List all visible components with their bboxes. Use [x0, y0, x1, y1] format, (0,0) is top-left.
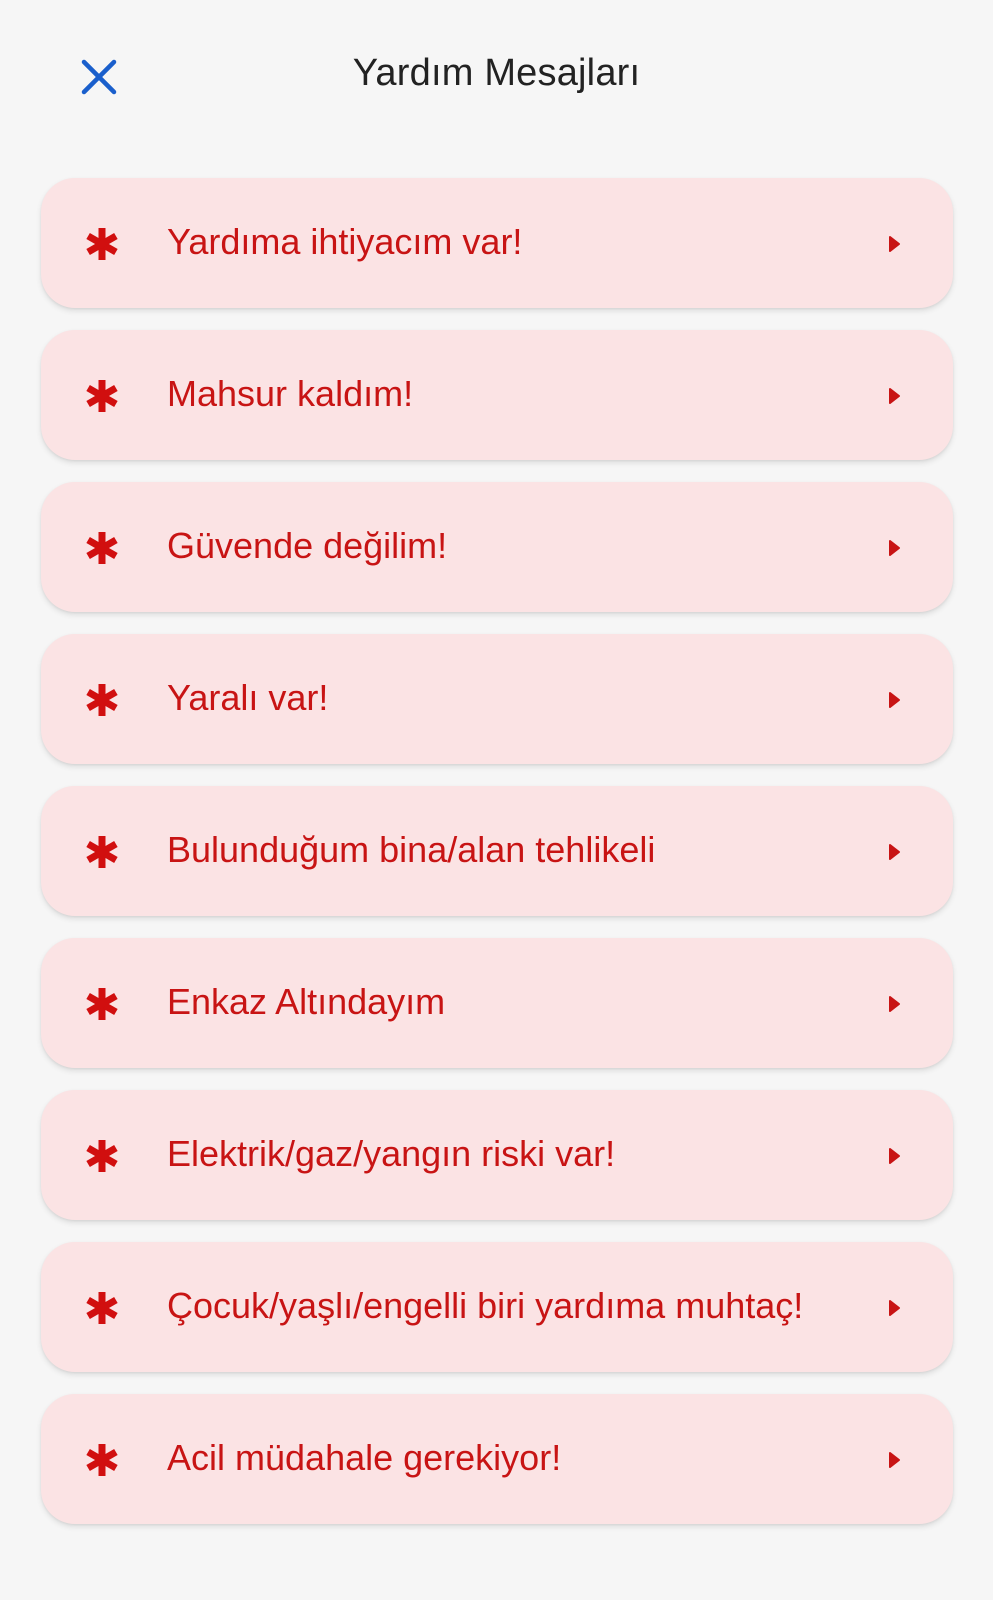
sheet-header: Yardım Mesajları [0, 0, 993, 150]
play-arrow-icon [889, 540, 900, 556]
help-message-item[interactable]: Elektrik/gaz/yangın riski var! [41, 1090, 953, 1220]
play-arrow-icon [889, 996, 900, 1012]
asterisk-icon [86, 684, 118, 716]
play-arrow-icon [889, 1148, 900, 1164]
help-messages-sheet: Yardım Mesajları Yardıma ihtiyacım var! … [0, 0, 993, 1600]
help-message-item[interactable]: Mahsur kaldım! [41, 330, 953, 460]
help-message-item[interactable]: Yaralı var! [41, 634, 953, 764]
asterisk-icon [86, 380, 118, 412]
help-message-label: Mahsur kaldım! [167, 373, 414, 414]
help-message-item[interactable]: Bulunduğum bina/alan tehlikeli [41, 786, 953, 916]
asterisk-icon [86, 1292, 118, 1324]
asterisk-icon [86, 228, 118, 260]
help-message-item[interactable]: Çocuk/yaşlı/engelli biri yardıma muhtaç! [41, 1242, 953, 1372]
page-title: Yardım Mesajları [352, 52, 641, 94]
help-message-label: Bulunduğum bina/alan tehlikeli [167, 829, 656, 870]
asterisk-icon [86, 836, 118, 868]
play-arrow-icon [889, 388, 900, 404]
help-message-item[interactable]: Güvende değilim! [41, 482, 953, 612]
help-message-item[interactable]: Yardıma ihtiyacım var! [41, 178, 953, 308]
help-message-label: Acil müdahale gerekiyor! [167, 1437, 562, 1478]
help-message-list: Yardıma ihtiyacım var! Mahsur kaldım! Gü… [41, 178, 953, 1546]
help-message-item[interactable]: Enkaz Altındayım [41, 938, 953, 1068]
play-arrow-icon [889, 1300, 900, 1316]
help-message-label: Çocuk/yaşlı/engelli biri yardıma muhtaç! [167, 1285, 804, 1326]
help-message-label: Enkaz Altındayım [167, 981, 446, 1022]
play-arrow-icon [889, 1452, 900, 1468]
play-arrow-icon [889, 692, 900, 708]
help-message-label: Elektrik/gaz/yangın riski var! [167, 1133, 616, 1174]
help-message-label: Yaralı var! [167, 677, 329, 718]
help-message-label: Güvende değilim! [167, 525, 448, 566]
help-message-item[interactable]: Acil müdahale gerekiyor! [41, 1394, 953, 1524]
asterisk-icon [86, 532, 118, 564]
asterisk-icon [86, 988, 118, 1020]
play-arrow-icon [889, 844, 900, 860]
asterisk-icon [86, 1444, 118, 1476]
help-message-label: Yardıma ihtiyacım var! [167, 221, 523, 262]
asterisk-icon [86, 1140, 118, 1172]
play-arrow-icon [889, 236, 900, 252]
